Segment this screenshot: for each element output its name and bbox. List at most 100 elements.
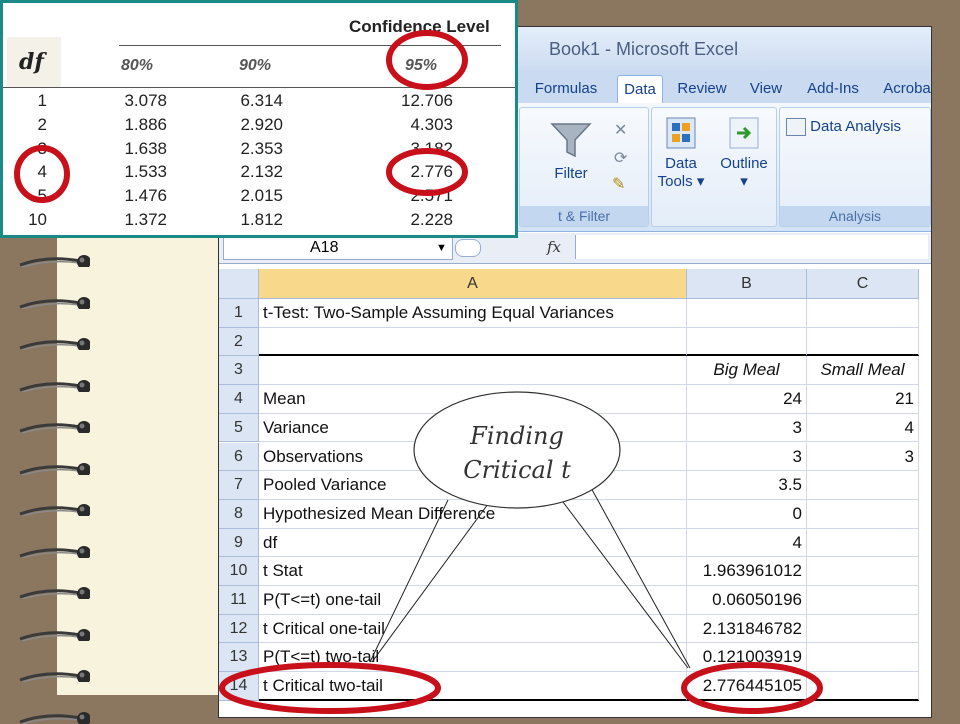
cell-b[interactable]: 2.776445105 xyxy=(687,672,807,701)
cell-b[interactable]: 24 xyxy=(687,385,807,414)
column-header-a[interactable]: A xyxy=(259,269,687,299)
cell-a[interactable]: P(T<=t) two-tail xyxy=(259,643,687,673)
df-header: df xyxy=(19,49,44,75)
cell-a[interactable]: Pooled Variance xyxy=(259,471,687,500)
cell-c[interactable] xyxy=(807,586,919,615)
cell-b[interactable]: 0 xyxy=(687,499,807,529)
spiral-ring xyxy=(19,545,90,558)
row-header[interactable]: 7 xyxy=(219,471,259,500)
select-all-corner[interactable] xyxy=(219,269,259,299)
cell-a[interactable]: Variance xyxy=(259,413,687,443)
cell-c[interactable]: Small Meal xyxy=(807,356,919,386)
row-header[interactable]: 3 xyxy=(219,356,259,386)
cell-b[interactable]: 3 xyxy=(687,413,807,443)
cell-a[interactable]: t Critical one-tail xyxy=(259,614,687,644)
tab-view[interactable]: View xyxy=(743,75,789,103)
cell-c[interactable]: 4 xyxy=(807,413,919,443)
cell-c[interactable] xyxy=(807,499,919,529)
advanced-filter-icon[interactable]: ✎ xyxy=(612,174,625,194)
t-table-cell-df: 1 xyxy=(37,91,47,110)
cell-b[interactable]: Big Meal xyxy=(687,356,807,386)
reapply-filter-icon[interactable]: ⟳ xyxy=(614,148,627,168)
t-table-cell-df: 3 xyxy=(37,138,47,158)
t-table-cell-v90: 2.353 xyxy=(240,138,283,158)
spiral-ring xyxy=(19,338,90,350)
row-header[interactable]: 13 xyxy=(219,643,259,673)
cell-a[interactable]: t Critical two-tail xyxy=(259,672,687,701)
cell-c[interactable]: 3 xyxy=(807,442,919,472)
heading-rule xyxy=(119,45,501,46)
row-header[interactable]: 5 xyxy=(219,413,259,443)
cell-c[interactable] xyxy=(807,327,919,357)
row-header[interactable]: 10 xyxy=(219,557,259,586)
tab-data[interactable]: Data xyxy=(617,75,663,104)
t-table-cell-df: 5 xyxy=(37,186,47,206)
t-table-cell-v90: 2.920 xyxy=(240,114,283,134)
t-table-cell-df: 10 xyxy=(28,210,47,229)
tab-review[interactable]: Review xyxy=(669,75,735,103)
spiral-ring xyxy=(19,379,90,392)
outline-button[interactable]: Outline ▾ xyxy=(714,116,774,191)
cell-b[interactable]: 1.963961012 xyxy=(687,557,807,586)
cell-c[interactable] xyxy=(807,672,919,701)
cell-a[interactable]: t Stat xyxy=(259,557,687,586)
column-header-b[interactable]: B xyxy=(687,269,807,299)
spiral-ring xyxy=(19,504,90,516)
cell-b[interactable] xyxy=(687,327,807,357)
cell-b[interactable]: 3.5 xyxy=(687,471,807,500)
cell-a[interactable]: t-Test: Two-Sample Assuming Equal Varian… xyxy=(259,299,687,328)
cell-a[interactable]: df xyxy=(259,528,687,558)
formula-input[interactable] xyxy=(575,235,928,259)
cell-b[interactable] xyxy=(687,299,807,328)
sort-filter-group-label: t & Filter xyxy=(520,206,648,226)
cell-c[interactable] xyxy=(807,643,919,673)
row-header[interactable]: 9 xyxy=(219,528,259,558)
confidence-level-heading: Confidence Level xyxy=(349,17,490,36)
spiral-ring xyxy=(19,296,90,309)
spiral-ring xyxy=(19,711,90,724)
cell-c[interactable]: 21 xyxy=(807,385,919,414)
tab-formulas[interactable]: Formulas xyxy=(525,75,607,103)
cell-c[interactable] xyxy=(807,528,919,558)
row-header[interactable]: 8 xyxy=(219,499,259,529)
cell-a[interactable]: Observations xyxy=(259,442,687,472)
row-header[interactable]: 14 xyxy=(219,672,259,701)
cell-c[interactable] xyxy=(807,614,919,644)
chevron-down-icon[interactable]: ▼ xyxy=(436,237,447,259)
cell-c[interactable] xyxy=(807,299,919,328)
fx-icon[interactable]: fx xyxy=(547,238,561,256)
column-header-c[interactable]: C xyxy=(807,269,919,299)
data-tools-button[interactable]: Data Tools ▾ xyxy=(656,116,706,191)
cell-b[interactable]: 0.06050196 xyxy=(687,586,807,615)
row-header[interactable]: 11 xyxy=(219,586,259,615)
level-90-header: 90% xyxy=(239,57,272,74)
t-table-cell-v95: 2.776 xyxy=(410,162,453,182)
tab-acrobat[interactable]: Acroba xyxy=(877,75,931,103)
analysis-group: Data Analysis Analysis xyxy=(779,107,931,227)
cell-b[interactable]: 3 xyxy=(687,442,807,472)
level-80-header: 80% xyxy=(121,57,154,74)
row-header[interactable]: 2 xyxy=(219,327,259,357)
tab-add-ins[interactable]: Add-Ins xyxy=(799,75,867,103)
filter-button[interactable]: Filter xyxy=(546,120,596,183)
formula-scroll-handle[interactable] xyxy=(455,239,481,257)
row-header[interactable]: 12 xyxy=(219,614,259,644)
row-header[interactable]: 6 xyxy=(219,442,259,472)
data-analysis-icon xyxy=(786,118,806,137)
cell-c[interactable] xyxy=(807,471,919,500)
cell-a[interactable] xyxy=(259,327,687,357)
cell-b[interactable]: 2.131846782 xyxy=(687,614,807,644)
cell-b[interactable]: 0.121003919 xyxy=(687,643,807,673)
clear-filter-icon[interactable]: ✕ xyxy=(614,120,627,140)
row-header[interactable]: 1 xyxy=(219,299,259,328)
cell-a[interactable]: P(T<=t) one-tail xyxy=(259,586,687,615)
row-header[interactable]: 4 xyxy=(219,385,259,414)
cell-a[interactable]: Hypothesized Mean Difference xyxy=(259,499,687,529)
cell-c[interactable] xyxy=(807,557,919,586)
cell-b[interactable]: 4 xyxy=(687,528,807,558)
name-box[interactable]: A18 ▼ xyxy=(223,236,453,260)
cell-a[interactable]: Mean xyxy=(259,385,687,414)
data-analysis-button[interactable]: Data Analysis xyxy=(786,118,926,137)
cell-a[interactable] xyxy=(259,356,687,386)
t-table-cell-v95: 12.706 xyxy=(401,91,453,110)
